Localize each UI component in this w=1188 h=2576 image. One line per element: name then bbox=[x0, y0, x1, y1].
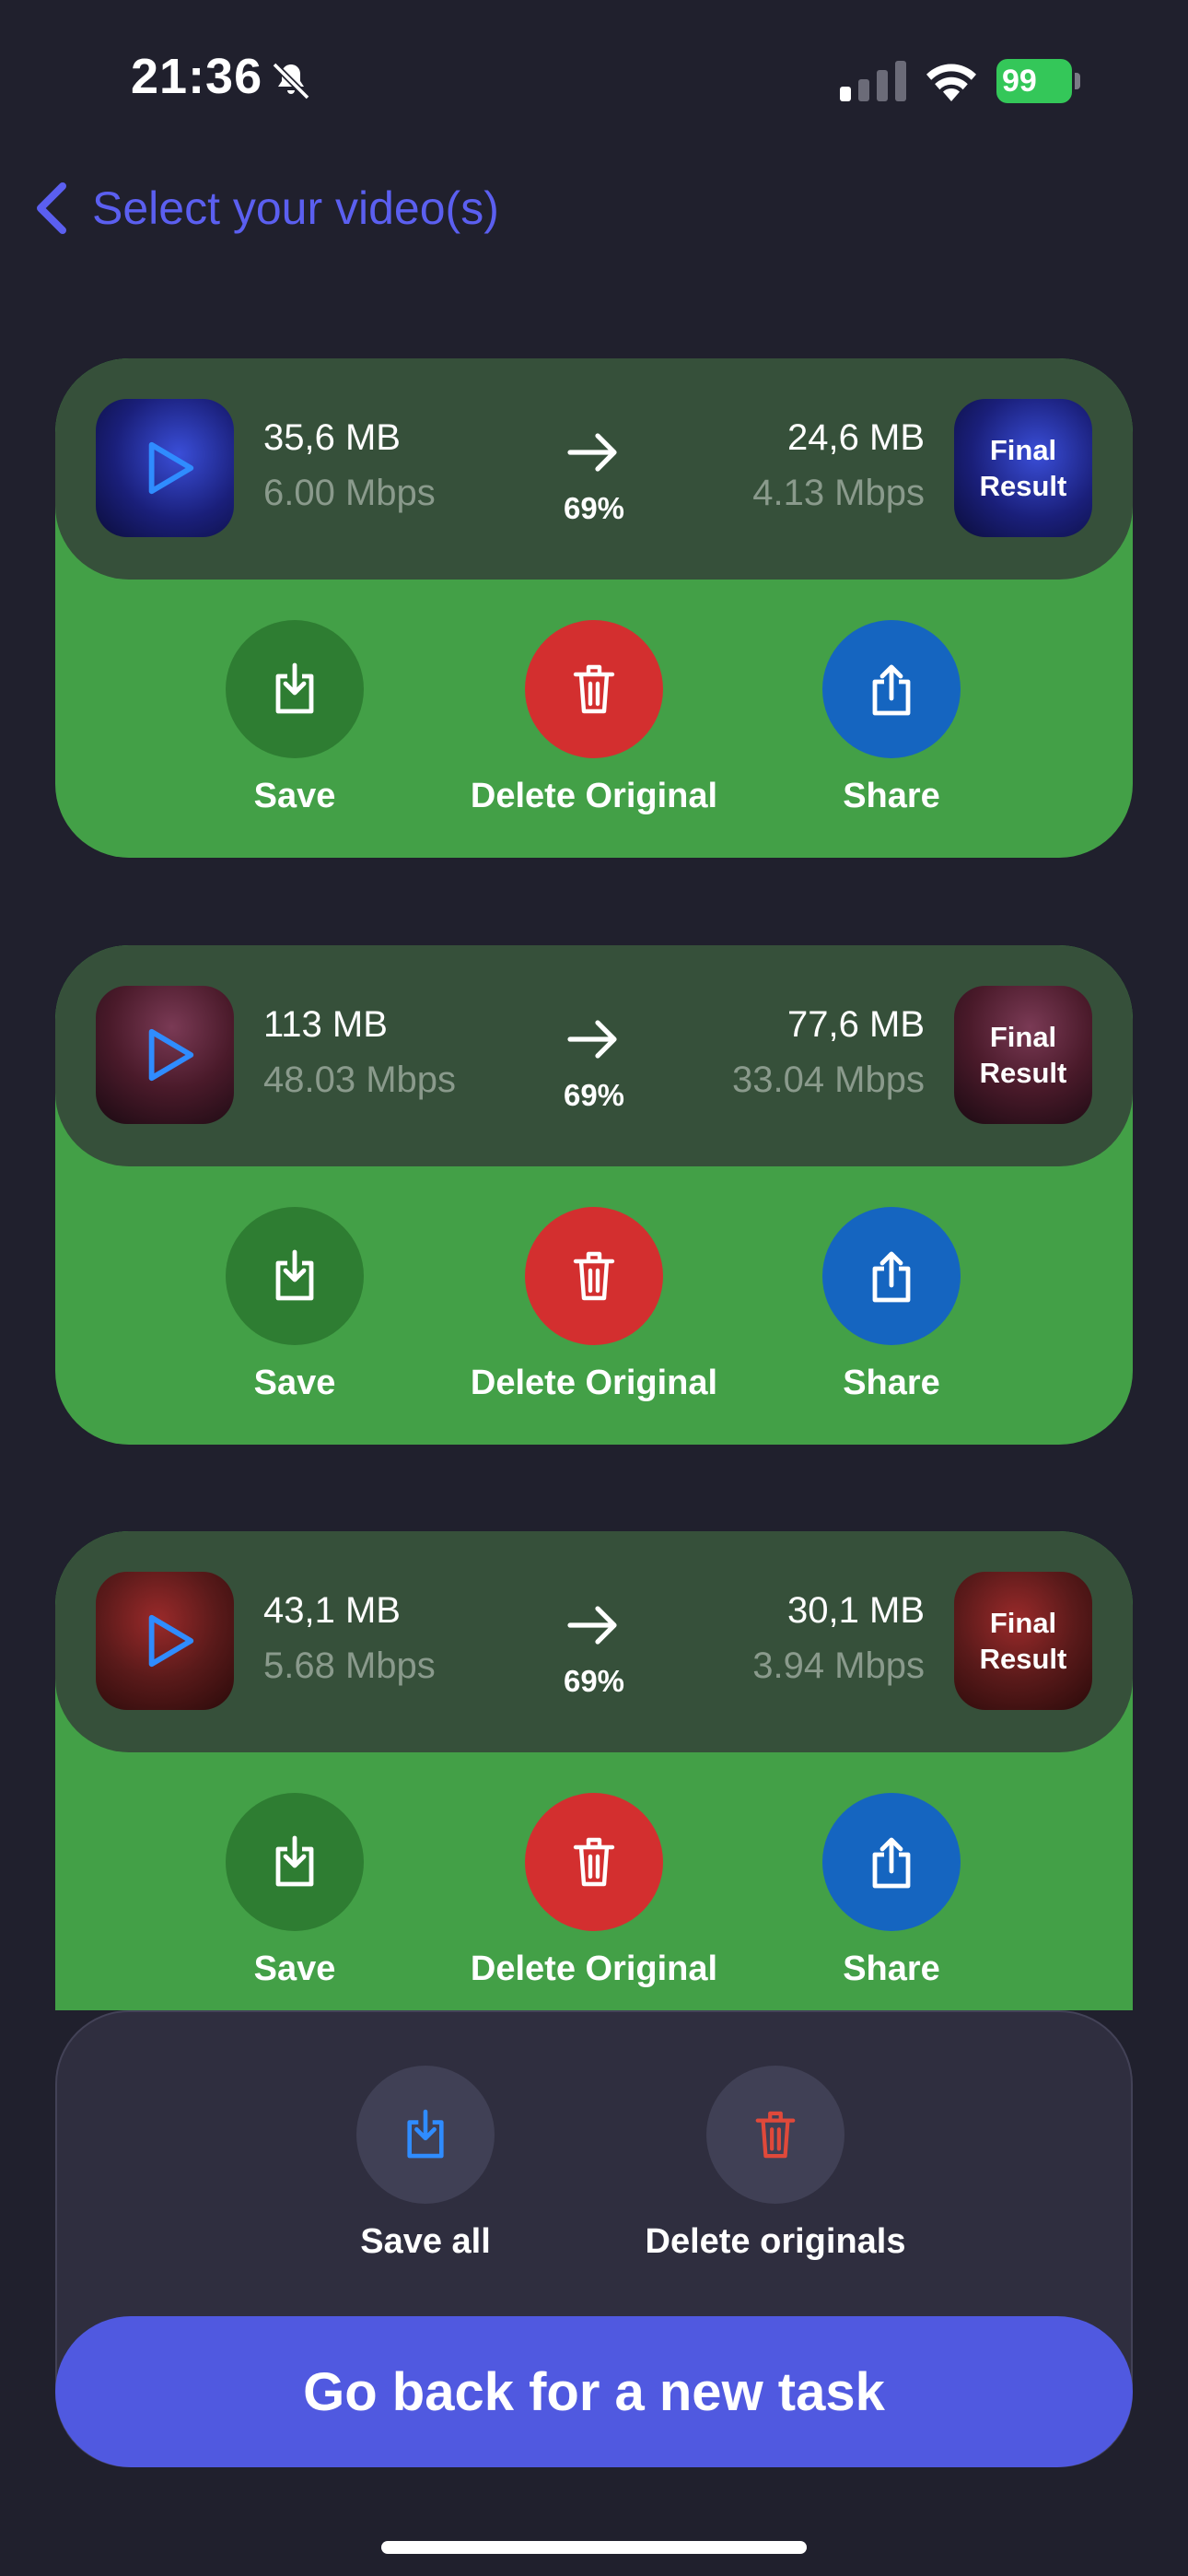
compression-info-panel: 35,6 MB 6.00 Mbps 69% 24,6 MB 4.13 Mbps … bbox=[55, 358, 1133, 580]
trash-icon bbox=[573, 664, 615, 714]
save-button[interactable]: Save bbox=[157, 620, 433, 816]
trash-icon bbox=[573, 1837, 615, 1887]
signal-icon bbox=[840, 61, 906, 101]
delete-original-button[interactable]: Delete Original bbox=[456, 620, 732, 816]
delete-original-label: Delete Original bbox=[470, 777, 718, 815]
play-icon bbox=[148, 1614, 194, 1668]
delete-original-label: Delete Original bbox=[470, 1364, 718, 1402]
compression-percent: 69% bbox=[563, 491, 625, 525]
share-button[interactable]: Share bbox=[753, 1207, 1030, 1403]
final-result-label: Final Result bbox=[979, 1021, 1067, 1089]
original-thumbnail[interactable] bbox=[96, 986, 234, 1124]
save-label: Save bbox=[253, 1364, 336, 1402]
back-button[interactable]: Select your video(s) bbox=[33, 181, 499, 236]
delete-original-label: Delete Original bbox=[470, 1950, 718, 1988]
chevron-left-icon bbox=[37, 182, 66, 234]
play-icon bbox=[148, 1028, 194, 1082]
result-bitrate: 3.94 Mbps bbox=[752, 1645, 925, 1686]
play-icon bbox=[148, 441, 194, 495]
video-card: 43,1 MB 5.68 Mbps 69% 30,1 MB 3.94 Mbps … bbox=[55, 1531, 1133, 2010]
battery-indicator: 99 bbox=[996, 59, 1080, 103]
trash-icon bbox=[755, 2111, 796, 2159]
share-button[interactable]: Share bbox=[753, 620, 1030, 816]
result-thumbnail[interactable]: Final Result bbox=[954, 1572, 1092, 1710]
share-icon bbox=[872, 1837, 911, 1889]
arrow-right-icon bbox=[567, 1020, 617, 1059]
result-size: 24,6 MB bbox=[787, 417, 925, 458]
compression-percent: 69% bbox=[563, 1664, 625, 1698]
compression-info-panel: 113 MB 48.03 Mbps 69% 77,6 MB 33.04 Mbps… bbox=[55, 945, 1133, 1166]
original-thumbnail[interactable] bbox=[96, 399, 234, 537]
bell-slash-icon bbox=[272, 62, 310, 100]
original-bitrate: 6.00 Mbps bbox=[263, 473, 436, 513]
video-card: 35,6 MB 6.00 Mbps 69% 24,6 MB 4.13 Mbps … bbox=[55, 358, 1133, 858]
download-icon bbox=[275, 1835, 314, 1887]
wifi-icon bbox=[926, 64, 976, 101]
result-thumbnail[interactable]: Final Result bbox=[954, 399, 1092, 537]
original-bitrate: 48.03 Mbps bbox=[263, 1060, 457, 1100]
delete-originals-button[interactable]: Delete originals bbox=[591, 2066, 960, 2262]
share-button[interactable]: Share bbox=[753, 1793, 1030, 1989]
original-size: 35,6 MB bbox=[263, 417, 401, 458]
result-size: 30,1 MB bbox=[787, 1590, 925, 1631]
result-bitrate: 4.13 Mbps bbox=[752, 473, 925, 513]
battery-level: 99 bbox=[1002, 64, 1037, 99]
result-size: 77,6 MB bbox=[787, 1004, 925, 1045]
share-label: Share bbox=[843, 1364, 940, 1402]
original-size: 43,1 MB bbox=[263, 1590, 401, 1631]
result-bitrate: 33.04 Mbps bbox=[731, 1060, 925, 1100]
result-thumbnail[interactable]: Final Result bbox=[954, 986, 1092, 1124]
delete-original-button[interactable]: Delete Original bbox=[456, 1793, 732, 1989]
video-card: 113 MB 48.03 Mbps 69% 77,6 MB 33.04 Mbps… bbox=[55, 945, 1133, 1445]
save-all-label: Save all bbox=[360, 2222, 491, 2261]
share-icon bbox=[872, 664, 911, 716]
original-size: 113 MB bbox=[263, 1004, 388, 1045]
delete-originals-label: Delete originals bbox=[645, 2222, 906, 2261]
home-indicator[interactable] bbox=[381, 2541, 807, 2554]
share-label: Share bbox=[843, 1950, 940, 1988]
new-task-button[interactable]: Go back for a new task bbox=[55, 2316, 1133, 2467]
delete-original-button[interactable]: Delete Original bbox=[456, 1207, 732, 1403]
final-result-label: Final Result bbox=[979, 434, 1067, 502]
arrow-right-icon bbox=[567, 433, 617, 472]
download-icon bbox=[275, 662, 314, 714]
share-icon bbox=[872, 1251, 911, 1303]
save-all-button[interactable]: Save all bbox=[287, 2066, 564, 2262]
compression-info-panel: 43,1 MB 5.68 Mbps 69% 30,1 MB 3.94 Mbps … bbox=[55, 1531, 1133, 1752]
save-button[interactable]: Save bbox=[157, 1207, 433, 1403]
save-label: Save bbox=[253, 1950, 336, 1988]
compression-percent: 69% bbox=[563, 1078, 625, 1112]
nav-title: Select your video(s) bbox=[92, 182, 499, 234]
save-button[interactable]: Save bbox=[157, 1793, 433, 1989]
share-label: Share bbox=[843, 777, 940, 815]
download-icon bbox=[275, 1249, 314, 1301]
original-thumbnail[interactable] bbox=[96, 1572, 234, 1710]
arrow-right-icon bbox=[567, 1606, 617, 1645]
bottom-action-sheet: Save all Delete originals Go back for a … bbox=[55, 2010, 1133, 2467]
final-result-label: Final Result bbox=[979, 1607, 1067, 1675]
download-icon bbox=[407, 2109, 444, 2159]
save-label: Save bbox=[253, 777, 336, 815]
original-bitrate: 5.68 Mbps bbox=[263, 1645, 436, 1686]
trash-icon bbox=[573, 1251, 615, 1301]
status-time: 21:36 bbox=[131, 49, 263, 104]
